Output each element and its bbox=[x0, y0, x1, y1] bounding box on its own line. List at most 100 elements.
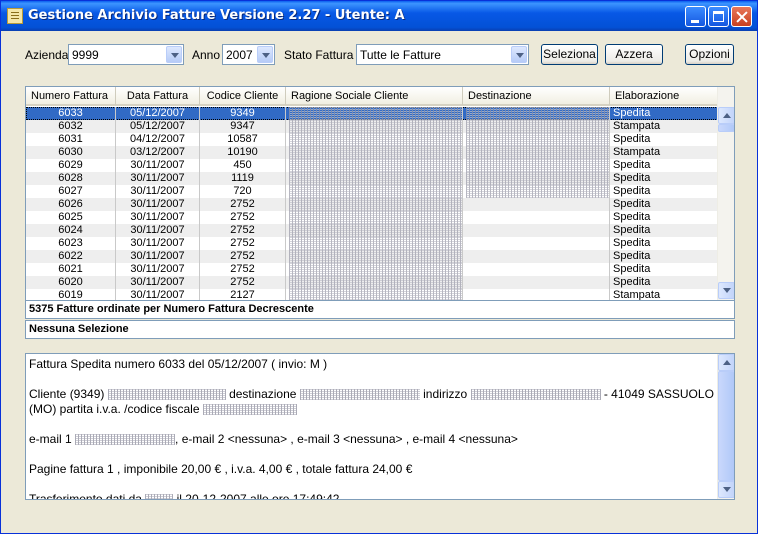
minimize-button[interactable] bbox=[685, 6, 706, 27]
cell-destinazione bbox=[463, 159, 610, 172]
scroll-up-icon[interactable] bbox=[718, 107, 734, 124]
azienda-label: Azienda bbox=[25, 48, 69, 62]
scroll-down-icon[interactable] bbox=[718, 481, 734, 498]
col-data-fattura[interactable]: Data Fattura bbox=[116, 87, 200, 105]
table-row[interactable]: 6023 30/11/2007 2752 Spedita bbox=[26, 237, 718, 250]
cell-ragione-sociale bbox=[286, 237, 463, 250]
redacted-text bbox=[466, 146, 609, 159]
table-row[interactable]: 6027 30/11/2007 720 Spedita bbox=[26, 185, 718, 198]
cell-elaborazione: Spedita bbox=[610, 237, 718, 250]
chevron-down-icon[interactable] bbox=[166, 46, 182, 63]
table-row[interactable]: 6028 30/11/2007 1119 Spedita bbox=[26, 172, 718, 185]
cell-data: 30/11/2007 bbox=[116, 237, 200, 250]
scroll-thumb[interactable] bbox=[718, 124, 734, 132]
cell-numero: 6031 bbox=[26, 133, 116, 146]
table-row[interactable]: 6020 30/11/2007 2752 Spedita bbox=[26, 276, 718, 289]
indirizzo-label: indirizzo bbox=[423, 387, 468, 401]
anno-value: 2007 bbox=[226, 48, 253, 62]
email-rest: , e-mail 2 <nessuna> , e-mail 3 <nessuna… bbox=[175, 432, 518, 446]
cell-data: 05/12/2007 bbox=[116, 120, 200, 133]
table-row[interactable]: 6026 30/11/2007 2752 Spedita bbox=[26, 198, 718, 211]
chevron-down-icon[interactable] bbox=[511, 46, 527, 63]
close-button[interactable] bbox=[731, 6, 752, 27]
opzioni-button[interactable]: Opzioni bbox=[685, 44, 734, 65]
stato-fattura-select[interactable]: Tutte le Fatture bbox=[356, 44, 529, 65]
table-row[interactable]: 6031 04/12/2007 10587 Spedita bbox=[26, 133, 718, 146]
redacted-text bbox=[289, 146, 462, 159]
transfer-suffix: il 20-12-2007 alle ore 17:49:42 bbox=[176, 492, 340, 500]
redacted-email bbox=[75, 434, 176, 446]
col-codice-cliente[interactable]: Codice Cliente bbox=[200, 87, 286, 105]
scroll-up-icon[interactable] bbox=[718, 354, 734, 371]
grid-scrollbar[interactable] bbox=[717, 87, 734, 300]
redacted-text bbox=[466, 133, 609, 146]
seleziona-button[interactable]: Seleziona bbox=[541, 44, 598, 65]
cell-destinazione bbox=[463, 146, 610, 159]
cell-data: 03/12/2007 bbox=[116, 146, 200, 159]
redacted-text bbox=[289, 263, 462, 276]
cell-destinazione bbox=[463, 211, 610, 224]
cell-ragione-sociale bbox=[286, 146, 463, 159]
main-window: Gestione Archivio Fatture Versione 2.27 … bbox=[0, 0, 758, 534]
cell-numero: 6021 bbox=[26, 263, 116, 276]
invoice-detail[interactable]: Fattura Spedita numero 6033 del 05/12/20… bbox=[25, 353, 735, 500]
cell-numero: 6023 bbox=[26, 237, 116, 250]
chevron-down-icon[interactable] bbox=[257, 46, 273, 63]
detail-scrollbar[interactable] bbox=[717, 354, 734, 499]
cell-numero: 6029 bbox=[26, 159, 116, 172]
redacted-destination bbox=[299, 389, 420, 401]
azienda-select[interactable]: 9999 bbox=[68, 44, 184, 65]
cell-numero: 6020 bbox=[26, 276, 116, 289]
cell-ragione-sociale bbox=[286, 133, 463, 146]
redacted-name bbox=[107, 389, 226, 401]
maximize-button[interactable] bbox=[708, 6, 729, 27]
col-elaborazione[interactable]: Elaborazione bbox=[610, 87, 718, 105]
title-bar[interactable]: Gestione Archivio Fatture Versione 2.27 … bbox=[1, 1, 757, 31]
table-row[interactable]: 6022 30/11/2007 2752 Spedita bbox=[26, 250, 718, 263]
anno-select[interactable]: 2007 bbox=[222, 44, 275, 65]
table-row[interactable]: 6033 05/12/2007 9349 Spedita bbox=[26, 107, 718, 120]
table-row[interactable]: 6024 30/11/2007 2752 Spedita bbox=[26, 224, 718, 237]
cell-numero: 6032 bbox=[26, 120, 116, 133]
cell-codice: 2752 bbox=[200, 198, 286, 211]
detail-header-line: Fattura Spedita numero 6033 del 05/12/20… bbox=[29, 357, 328, 371]
cell-destinazione bbox=[463, 198, 610, 211]
invoice-grid[interactable]: Numero Fattura Data Fattura Codice Clien… bbox=[25, 86, 735, 301]
cell-destinazione bbox=[463, 133, 610, 146]
scroll-down-icon[interactable] bbox=[718, 282, 734, 299]
cell-numero: 6033 bbox=[26, 107, 116, 120]
table-row[interactable]: 6029 30/11/2007 450 Spedita bbox=[26, 159, 718, 172]
table-row[interactable]: 6032 05/12/2007 9347 Stampata bbox=[26, 120, 718, 133]
col-destinazione[interactable]: Destinazione bbox=[463, 87, 610, 105]
cell-destinazione bbox=[463, 120, 610, 133]
count-status: 5375 Fatture ordinate per Numero Fattura… bbox=[25, 300, 735, 319]
cell-destinazione bbox=[463, 237, 610, 250]
redacted-text bbox=[466, 185, 609, 198]
scroll-thumb[interactable] bbox=[718, 371, 734, 481]
cell-data: 05/12/2007 bbox=[116, 107, 200, 120]
redacted-text bbox=[289, 250, 462, 263]
cell-data: 30/11/2007 bbox=[116, 198, 200, 211]
redacted-text bbox=[289, 172, 462, 185]
azzera-button[interactable]: Azzera bbox=[605, 44, 663, 65]
cell-numero: 6027 bbox=[26, 185, 116, 198]
table-row[interactable]: 6025 30/11/2007 2752 Spedita bbox=[26, 211, 718, 224]
cell-ragione-sociale bbox=[286, 159, 463, 172]
cell-elaborazione: Spedita bbox=[610, 133, 718, 146]
cell-elaborazione: Spedita bbox=[610, 276, 718, 289]
cell-numero: 6025 bbox=[26, 211, 116, 224]
table-row[interactable]: 6030 03/12/2007 10190 Stampata bbox=[26, 146, 718, 159]
city-label: - 41049 SASSUOLO bbox=[603, 387, 714, 401]
redacted-text bbox=[289, 159, 462, 172]
redacted-piva bbox=[202, 404, 297, 416]
col-numero-fattura[interactable]: Numero Fattura bbox=[26, 87, 116, 105]
redacted-text bbox=[466, 107, 609, 120]
col-ragione-sociale[interactable]: Ragione Sociale Cliente bbox=[286, 87, 463, 105]
table-row[interactable]: 6021 30/11/2007 2752 Spedita bbox=[26, 263, 718, 276]
anno-label: Anno bbox=[192, 48, 221, 62]
redacted-text bbox=[289, 133, 462, 146]
cell-numero: 6022 bbox=[26, 250, 116, 263]
cell-elaborazione: Stampata bbox=[610, 146, 718, 159]
cell-ragione-sociale bbox=[286, 198, 463, 211]
detail-totals-line: Pagine fattura 1 , imponibile 20,00 € , … bbox=[29, 462, 413, 476]
